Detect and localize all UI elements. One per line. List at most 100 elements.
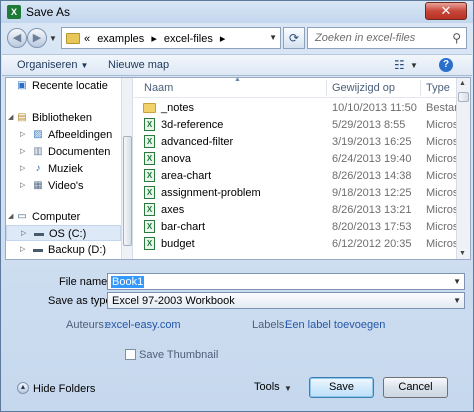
expand-icon[interactable]: ▷ [20, 130, 25, 138]
search-icon[interactable]: ⚲ [452, 31, 461, 45]
list-item[interactable]: X anova 6/24/2013 19:40 Microso [134, 151, 456, 167]
file-name-value: Book1 [111, 276, 145, 288]
nav-scrollbar-thumb[interactable] [123, 136, 132, 246]
excel-file-icon: X [144, 118, 155, 131]
authors-label: Auteurs: [66, 319, 107, 331]
authors-field[interactable]: excel-easy.com [105, 319, 181, 331]
forward-button[interactable]: ▶ [27, 28, 47, 48]
labels-field[interactable]: Een label toevoegen [285, 319, 385, 331]
videos-icon: ▦ [33, 180, 43, 191]
file-list-scrollbar[interactable]: ▲ ▼ [456, 78, 470, 259]
file-list-scrollbar-thumb[interactable] [458, 92, 469, 102]
chevron-down-icon[interactable]: ▼ [284, 384, 292, 393]
nav-item-music[interactable]: ▷ ♪ Muziek [6, 161, 121, 177]
address-bar[interactable]: « examples ▸ excel-files ▸ ▼ [61, 27, 281, 49]
view-options-icon[interactable]: ☷ [394, 58, 405, 72]
scroll-down-icon[interactable]: ▼ [459, 250, 466, 257]
column-divider[interactable] [326, 80, 327, 96]
list-item[interactable]: X assignment-problem 9/18/2013 12:25 Mic… [134, 185, 456, 201]
new-folder-button[interactable]: Nieuwe map [108, 59, 169, 71]
save-type-label: Save as type: [48, 295, 115, 307]
list-item[interactable]: X axes 8/26/2013 13:21 Microso [134, 202, 456, 218]
file-name-input[interactable]: Book1 ▼ [107, 273, 465, 290]
breadcrumb-item-examples[interactable]: examples [97, 33, 144, 45]
list-item[interactable]: X advanced-filter 3/19/2013 16:25 Micros… [134, 134, 456, 150]
save-thumbnail-checkbox[interactable] [125, 349, 136, 360]
column-type[interactable]: Type [426, 82, 450, 94]
list-item[interactable]: X bar-chart 8/20/2013 17:53 Microso [134, 219, 456, 235]
file-name-label: File name: [59, 276, 111, 288]
organize-menu[interactable]: Organiseren ▼ [17, 59, 88, 71]
nav-item-recent[interactable]: ▣ Recente locatie [6, 78, 121, 94]
nav-item-drive-c[interactable]: ▷ ▬ OS (C:) [6, 225, 121, 241]
nav-item-computer[interactable]: ◢ ▭ Computer [6, 209, 121, 225]
column-modified[interactable]: Gewijzigd op [332, 82, 395, 94]
nav-scrollbar[interactable] [121, 78, 133, 259]
navigation-pane: ▣ Recente locatie ◢ ▤ Bibliotheken ▷ ▨ A… [6, 78, 121, 259]
close-button[interactable]: ✕ [425, 2, 467, 20]
column-name[interactable]: Naam [144, 82, 173, 94]
excel-app-icon: X [7, 5, 21, 19]
excel-file-icon: X [144, 135, 155, 148]
library-icon: ▤ [17, 112, 27, 123]
excel-file-icon: X [144, 203, 155, 216]
chevron-up-icon[interactable]: ▲ [17, 382, 29, 394]
column-divider[interactable] [420, 80, 421, 96]
scroll-up-icon[interactable]: ▲ [459, 80, 466, 87]
excel-file-icon: X [144, 220, 155, 233]
excel-file-icon: X [144, 169, 155, 182]
pictures-icon: ▨ [33, 129, 43, 140]
expand-icon[interactable]: ▷ [20, 245, 25, 253]
expand-icon[interactable]: ▷ [20, 164, 25, 172]
command-bar: Organiseren ▼ Nieuwe map ☷ ▼ ? [2, 54, 472, 76]
nav-item-drive-d[interactable]: ▷ ▬ Backup (D:) [6, 242, 121, 258]
breadcrumb-overflow[interactable]: « [84, 33, 90, 45]
list-item[interactable]: X area-chart 8/26/2013 14:38 Microso [134, 168, 456, 184]
expand-icon[interactable]: ▷ [20, 147, 25, 155]
history-dropdown-icon[interactable]: ▼ [49, 34, 57, 43]
file-list: Naam ▲ Gewijzigd op Type _notes 10/10/20… [134, 78, 456, 259]
hide-folders-button[interactable]: Hide Folders [33, 383, 95, 395]
save-type-select[interactable]: Excel 97-2003 Workbook ▼ [107, 292, 465, 309]
refresh-button[interactable]: ⟳ [283, 27, 305, 49]
music-icon: ♪ [35, 163, 41, 174]
chevron-down-icon[interactable]: ▼ [410, 61, 418, 70]
breadcrumb-separator[interactable]: ▸ [220, 33, 226, 45]
tools-menu[interactable]: Tools [254, 381, 280, 393]
nav-item-pictures[interactable]: ▷ ▨ Afbeeldingen [6, 127, 121, 143]
excel-file-icon: X [144, 152, 155, 165]
collapse-icon[interactable]: ◢ [8, 212, 13, 220]
nav-item-libraries[interactable]: ◢ ▤ Bibliotheken [6, 110, 121, 126]
collapse-icon[interactable]: ◢ [8, 113, 13, 121]
search-input[interactable]: Zoeken in excel-files ⚲ [307, 27, 467, 49]
save-form: File name: Book1 ▼ Save as type: Excel 9… [1, 263, 473, 373]
drive-icon: ▬ [34, 228, 44, 239]
back-button[interactable]: ◀ [7, 28, 27, 48]
breadcrumb-item-excel-files[interactable]: excel-files [164, 33, 213, 45]
chevron-down-icon[interactable]: ▼ [269, 33, 277, 42]
list-item[interactable]: _notes 10/10/2013 11:50 Bestand [134, 100, 456, 116]
expand-icon[interactable]: ▷ [20, 181, 25, 189]
window-title: Save As [26, 5, 71, 19]
address-row: ◀ ▶ ▼ « examples ▸ excel-files ▸ ▼ ⟳ Zoe… [1, 24, 473, 52]
nav-item-documents[interactable]: ▷ ▥ Documenten [6, 144, 121, 160]
search-placeholder: Zoeken in excel-files [315, 32, 416, 44]
help-icon[interactable]: ? [439, 58, 453, 72]
save-thumbnail-label[interactable]: Save Thumbnail [139, 349, 218, 361]
cancel-button[interactable]: Cancel [383, 377, 448, 398]
excel-file-icon: X [144, 186, 155, 199]
labels-label: Labels: [252, 319, 288, 331]
browser-pane: ▣ Recente locatie ◢ ▤ Bibliotheken ▷ ▨ A… [5, 77, 471, 260]
list-item[interactable]: X 3d-reference 5/29/2013 8:55 Microso [134, 117, 456, 133]
expand-icon[interactable]: ▷ [21, 229, 26, 237]
breadcrumb-separator[interactable]: ▸ [151, 33, 157, 45]
drive-icon: ▬ [33, 244, 43, 255]
sort-ascending-icon: ▲ [234, 78, 241, 83]
list-item[interactable]: X budget 6/12/2012 20:35 Microso [134, 236, 456, 252]
excel-file-icon: X [144, 237, 155, 250]
chevron-down-icon[interactable]: ▼ [453, 296, 461, 305]
nav-item-videos[interactable]: ▷ ▦ Video's [6, 178, 121, 194]
title-bar: X Save As ✕ [1, 1, 473, 23]
chevron-down-icon[interactable]: ▼ [453, 277, 461, 286]
save-button[interactable]: Save [309, 377, 374, 398]
